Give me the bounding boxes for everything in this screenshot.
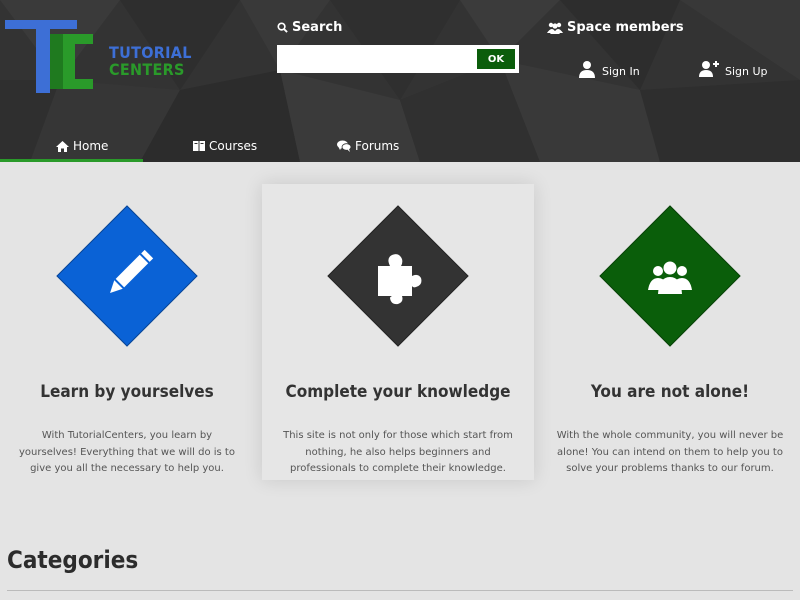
nav-courses[interactable]: Courses	[193, 139, 257, 153]
nav-home[interactable]: Home	[56, 139, 108, 153]
search-icon	[277, 22, 288, 33]
feature-text: This site is not only for those which st…	[283, 430, 513, 474]
search-form: OK	[277, 45, 519, 73]
comments-icon	[337, 140, 351, 152]
search-label: Search	[277, 20, 342, 35]
user-icon	[579, 61, 595, 78]
site-logo[interactable]: TUTORIAL CENTERS	[5, 20, 191, 96]
categories-heading: Categories	[7, 546, 139, 574]
nav-home-label: Home	[73, 139, 109, 153]
sign-up-link[interactable]: Sign Up	[699, 60, 768, 78]
feature-card-knowledge: Complete your knowledge This site is not…	[262, 184, 534, 480]
book-icon	[193, 140, 205, 151]
logo-mark	[5, 20, 93, 93]
users-icon	[547, 22, 563, 34]
feature-diamond-knowledge	[326, 204, 470, 348]
nav-forums-label: Forums	[355, 139, 400, 153]
sign-in-link[interactable]: Sign In	[578, 60, 640, 78]
sign-up-label: Sign Up	[725, 65, 768, 78]
space-members-label: Space members	[547, 20, 684, 35]
logo-line2: CENTERS	[109, 60, 185, 79]
home-icon	[56, 140, 69, 152]
pencil-icon	[110, 249, 154, 293]
sign-in-label: Sign In	[602, 65, 640, 78]
search-ok-button[interactable]: OK	[477, 49, 515, 69]
user-plus-icon	[699, 61, 719, 77]
section-divider	[7, 590, 793, 591]
nav-active-indicator	[0, 159, 143, 162]
logo-line1: TUTORIAL	[109, 43, 192, 62]
feature-title: You are not alone!	[590, 382, 750, 402]
space-members-text: Space members	[567, 20, 684, 35]
feature-card-learn: Learn by yourselves With TutorialCenters…	[0, 184, 254, 480]
search-label-text: Search	[292, 20, 343, 35]
logo-text: TUTORIAL CENTERS	[109, 44, 192, 78]
feature-diamond-community	[598, 204, 742, 348]
search-input[interactable]	[281, 49, 471, 69]
feature-title: Learn by yourselves	[40, 382, 214, 402]
feature-diamond-learn	[55, 204, 199, 348]
feature-card-community: You are not alone! With the whole commun…	[540, 184, 800, 480]
puzzle-icon	[378, 254, 422, 305]
feature-text: With TutorialCenters, you learn by yours…	[19, 430, 235, 474]
feature-text: With the whole community, you will never…	[556, 430, 784, 474]
nav-courses-label: Courses	[209, 139, 258, 153]
nav-forums[interactable]: Forums	[337, 139, 399, 153]
group-icon	[648, 261, 692, 294]
site-header: TUTORIAL CENTERS Search OK Space members	[0, 0, 800, 162]
feature-title: Complete your knowledge	[285, 382, 511, 402]
